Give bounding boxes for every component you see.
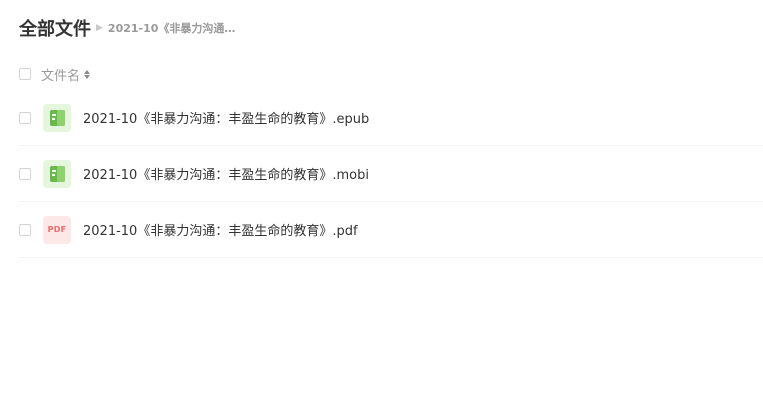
file-checkbox[interactable] xyxy=(19,111,31,124)
breadcrumb-separator-icon: ▶ xyxy=(96,22,103,33)
select-all-checkbox[interactable] xyxy=(19,68,31,80)
file-row[interactable]: PDF 2021-10《非暴力沟通：丰盈生命的教育》.pdf xyxy=(19,202,763,258)
file-name[interactable]: 2021-10《非暴力沟通：丰盈生命的教育》.mobi xyxy=(83,164,369,183)
book-icon xyxy=(43,159,71,188)
sort-icon[interactable] xyxy=(84,69,91,79)
breadcrumb-current-folder: 2021-10《非暴力沟通… xyxy=(107,22,236,35)
file-list: 2021-10《非暴力沟通：丰盈生命的教育》.epub 2021-10《非暴力沟… xyxy=(19,90,763,258)
list-header: 文件名 xyxy=(19,65,91,84)
book-icon xyxy=(43,103,71,132)
file-checkbox[interactable] xyxy=(19,223,31,236)
breadcrumb: 全部文件 ▶ 2021-10《非暴力沟通… xyxy=(19,14,235,42)
column-header-file-name[interactable]: 文件名 xyxy=(41,65,80,84)
file-name[interactable]: 2021-10《非暴力沟通：丰盈生命的教育》.pdf xyxy=(83,220,358,239)
pdf-icon: PDF xyxy=(43,215,71,244)
file-name[interactable]: 2021-10《非暴力沟通：丰盈生命的教育》.epub xyxy=(83,108,369,127)
file-row[interactable]: 2021-10《非暴力沟通：丰盈生命的教育》.epub xyxy=(19,90,763,146)
pdf-icon-label: PDF xyxy=(47,224,67,234)
file-checkbox[interactable] xyxy=(19,167,31,180)
breadcrumb-root-all-files[interactable]: 全部文件 xyxy=(19,15,91,41)
file-row[interactable]: 2021-10《非暴力沟通：丰盈生命的教育》.mobi xyxy=(19,146,763,202)
